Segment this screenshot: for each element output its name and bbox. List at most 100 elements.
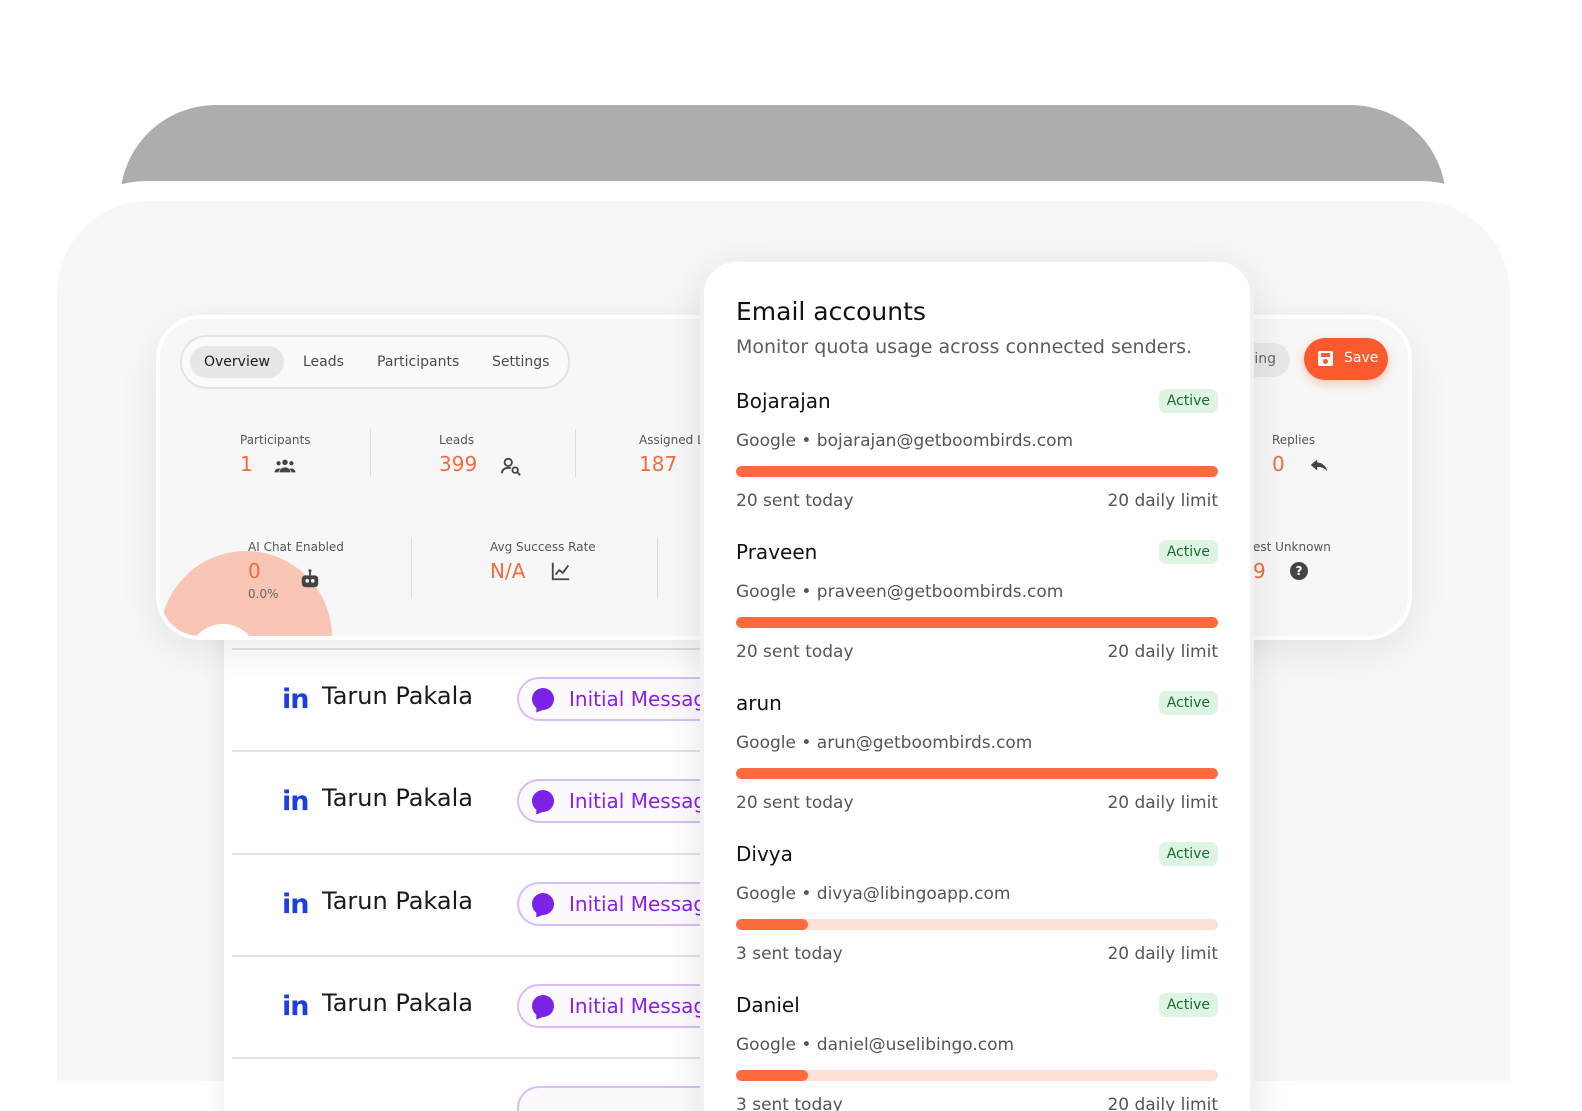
daily-limit: 20 daily limit <box>1107 491 1218 511</box>
sent-today: 20 sent today <box>736 642 854 662</box>
stat-divider <box>411 537 412 599</box>
ai-chat-label: AI Chat Enabled <box>248 540 344 554</box>
quota-bar-fill <box>736 919 809 930</box>
email-account-item[interactable]: arun Active Google • arun@getboombirds.c… <box>736 691 1218 842</box>
interest-unknown-value: 9 <box>1253 559 1266 583</box>
panel-subtitle: Monitor quota usage across connected sen… <box>736 336 1193 358</box>
linkedin-icon: in <box>282 684 310 715</box>
quota-bar-fill <box>736 617 1218 628</box>
save-icon <box>1318 351 1333 366</box>
status-badge: Active <box>1158 842 1218 866</box>
quota-bar-fill <box>736 768 1218 779</box>
list-item[interactable]: in Tarun Pakala Initial Messag <box>232 750 747 852</box>
trend-chart-icon <box>551 562 570 581</box>
quota-bar <box>736 1070 1218 1081</box>
linkedin-icon: in <box>282 991 310 1022</box>
sent-today: 20 sent today <box>736 491 854 511</box>
status-badge: Active <box>1158 540 1218 564</box>
account-email: Google • bojarajan@getboombirds.com <box>736 431 1074 451</box>
sent-today: 20 sent today <box>736 793 854 813</box>
quota-bar <box>736 617 1218 628</box>
participants-value: 1 <box>240 452 253 476</box>
account-name: arun <box>736 691 782 715</box>
email-accounts-panel: Email accounts Monitor quota usage acros… <box>700 258 1254 1111</box>
chat-bubble-icon <box>532 893 554 915</box>
quota-bar <box>736 768 1218 779</box>
participant-name: Tarun Pakala <box>322 784 473 812</box>
save-button[interactable]: Save <box>1304 338 1388 380</box>
account-name: Bojarajan <box>736 389 831 413</box>
linkedin-icon: in <box>282 786 310 817</box>
quota-bar-fill <box>736 466 1218 477</box>
replies-label: Replies <box>1272 433 1316 447</box>
panel-title: Email accounts <box>736 297 926 326</box>
avg-success-value: N/A <box>490 559 526 583</box>
person-search-icon <box>500 457 521 476</box>
participant-name: Tarun Pakala <box>322 682 473 710</box>
leads-value: 399 <box>439 452 478 476</box>
quota-bar <box>736 466 1218 477</box>
list-item[interactable]: in Tarun Pakala Initial Messag <box>232 853 747 955</box>
daily-limit: 20 daily limit <box>1107 642 1218 662</box>
message-status-label: Initial Messag <box>569 789 707 813</box>
tab-bar: Overview Leads Participants Settings <box>180 335 570 389</box>
quota-bar-fill <box>736 1070 809 1081</box>
status-badge: Active <box>1158 389 1218 413</box>
email-account-item[interactable]: Daniel Active Google • daniel@uselibingo… <box>736 993 1218 1111</box>
tab-overview[interactable]: Overview <box>190 346 284 378</box>
email-account-item[interactable]: Divya Active Google • divya@libingoapp.c… <box>736 842 1218 993</box>
message-status-label: Initial Messag <box>569 687 707 711</box>
chat-bubble-icon <box>532 688 554 710</box>
quota-bar <box>736 919 1218 930</box>
avg-success-label: Avg Success Rate <box>490 540 596 554</box>
save-button-label: Save <box>1344 350 1379 366</box>
reply-icon <box>1310 459 1328 472</box>
account-email: Google • daniel@uselibingo.com <box>736 1035 1015 1055</box>
status-badge: Active <box>1158 993 1218 1017</box>
tab-settings[interactable]: Settings <box>478 346 563 378</box>
account-name: Divya <box>736 842 793 866</box>
participants-label: Participants <box>240 433 311 447</box>
replies-value: 0 <box>1272 452 1285 476</box>
participants-list: in Tarun Pakala Initial Messag in Tarun … <box>224 560 747 1111</box>
message-status-label: Initial Messag <box>569 994 707 1018</box>
sent-today: 3 sent today <box>736 944 843 964</box>
linkedin-icon: in <box>282 889 310 920</box>
list-item[interactable]: in Tarun Pakala Initial Messag <box>232 955 747 1057</box>
chat-bubble-icon <box>532 995 554 1017</box>
assigned-label: Assigned L <box>639 433 704 447</box>
group-icon <box>274 459 296 473</box>
account-name: Daniel <box>736 993 800 1017</box>
daily-limit: 20 daily limit <box>1107 793 1218 813</box>
account-email: Google • divya@libingoapp.com <box>736 884 1011 904</box>
email-account-item[interactable]: Praveen Active Google • praveen@getboomb… <box>736 540 1218 691</box>
ai-chat-percent: 0.0% <box>248 587 279 601</box>
progress-ring <box>160 551 332 636</box>
assigned-value: 187 <box>639 452 678 476</box>
leads-label: Leads <box>439 433 475 447</box>
sent-today: 3 sent today <box>736 1095 843 1111</box>
participant-name: Tarun Pakala <box>322 989 473 1017</box>
stat-divider <box>575 429 576 477</box>
status-badge: Active <box>1158 691 1218 715</box>
daily-limit: 20 daily limit <box>1107 944 1218 964</box>
robot-icon <box>301 569 319 588</box>
email-account-item[interactable]: Bojarajan Active Google • bojarajan@getb… <box>736 389 1218 540</box>
tab-leads[interactable]: Leads <box>289 346 358 378</box>
list-item[interactable]: in Tarun Pakala Initial Messag <box>232 648 747 750</box>
list-item[interactable] <box>232 1057 747 1111</box>
stat-divider <box>657 537 658 599</box>
account-email: Google • arun@getboombirds.com <box>736 733 1033 753</box>
help-circle-icon[interactable]: ? <box>1290 562 1308 580</box>
daily-limit: 20 daily limit <box>1107 1095 1218 1111</box>
stat-divider <box>370 429 371 477</box>
account-email: Google • praveen@getboombirds.com <box>736 582 1064 602</box>
chat-bubble-icon <box>532 790 554 812</box>
account-name: Praveen <box>736 540 818 564</box>
ai-chat-value: 0 <box>248 559 261 583</box>
participant-name: Tarun Pakala <box>322 887 473 915</box>
tab-participants[interactable]: Participants <box>363 346 473 378</box>
interest-unknown-label: est Unknown <box>1253 540 1331 554</box>
message-status-label: Initial Messag <box>569 892 707 916</box>
status-pill-label: ing <box>1254 351 1276 367</box>
